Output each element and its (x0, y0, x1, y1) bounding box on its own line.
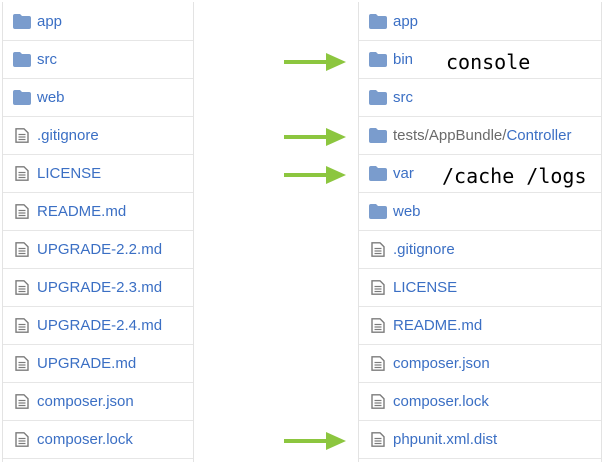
file-icon (369, 241, 387, 257)
item-name-link[interactable]: app (393, 13, 418, 30)
item-name-link[interactable]: composer.json (393, 355, 490, 372)
folder-row[interactable]: tests/AppBundle/Controller (359, 116, 601, 155)
file-row[interactable]: phpunit.xml.dist (359, 420, 601, 459)
bin-annotation: console (446, 50, 531, 74)
item-name-link[interactable]: UPGRADE-2.2.md (37, 241, 162, 258)
folder-icon (13, 13, 31, 29)
file-row[interactable]: README.md (359, 306, 601, 345)
folder-row[interactable]: app (359, 2, 601, 41)
folder-row[interactable]: web (3, 78, 193, 117)
file-row[interactable]: UPGRADE-2.4.md (3, 306, 193, 345)
path-segment[interactable]: tests/ (393, 127, 429, 144)
item-name-link[interactable]: README.md (393, 317, 482, 334)
file-icon (13, 165, 31, 181)
path-segment[interactable]: Controller (506, 127, 571, 144)
folder-row[interactable]: src (359, 78, 601, 117)
item-name-link[interactable]: src (37, 51, 57, 68)
arrow-right-icon (284, 128, 346, 146)
file-icon (13, 355, 31, 371)
folder-icon (369, 89, 387, 105)
file-row[interactable]: LICENSE (359, 268, 601, 307)
file-icon (13, 431, 31, 447)
file-row[interactable]: README.md (3, 192, 193, 231)
item-name-link[interactable]: phpunit.xml.dist (393, 431, 497, 448)
arrow-right-icon (284, 432, 346, 450)
item-name-link[interactable]: composer.json (37, 393, 134, 410)
file-row[interactable]: composer.json (3, 382, 193, 421)
file-icon (369, 393, 387, 409)
item-name-link[interactable]: UPGRADE-2.3.md (37, 279, 162, 296)
item-name-link[interactable]: app (37, 13, 62, 30)
folder-icon (369, 203, 387, 219)
item-name-link[interactable]: composer.lock (393, 393, 489, 410)
file-icon (369, 431, 387, 447)
file-row[interactable]: composer.lock (359, 382, 601, 421)
file-icon (13, 241, 31, 257)
var-annotation: /cache /logs (442, 164, 587, 188)
path-segment[interactable]: AppBundle/ (429, 127, 507, 144)
file-row[interactable]: UPGRADE-2.3.md (3, 268, 193, 307)
item-name-link[interactable]: tests/AppBundle/Controller (393, 127, 571, 144)
item-name-link[interactable]: LICENSE (393, 279, 457, 296)
file-row[interactable]: UPGRADE-2.2.md (3, 230, 193, 269)
folder-row[interactable]: web (359, 192, 601, 231)
file-row[interactable]: UPGRADE.md (3, 344, 193, 383)
folder-icon (369, 127, 387, 143)
file-icon (369, 355, 387, 371)
file-icon (369, 317, 387, 333)
item-name-link[interactable]: README.md (37, 203, 126, 220)
folder-icon (13, 51, 31, 67)
item-name-link[interactable]: UPGRADE-2.4.md (37, 317, 162, 334)
file-row[interactable]: .gitignore (359, 230, 601, 269)
item-name-link[interactable]: .gitignore (393, 241, 455, 258)
item-name-link[interactable]: bin (393, 51, 413, 68)
file-icon (13, 203, 31, 219)
folder-icon (13, 89, 31, 105)
file-row[interactable]: .gitignore (3, 116, 193, 155)
file-row[interactable]: LICENSE (3, 154, 193, 193)
folder-icon (369, 165, 387, 181)
folder-row[interactable]: src (3, 40, 193, 79)
item-name-link[interactable]: web (37, 89, 65, 106)
file-icon (13, 393, 31, 409)
item-name-link[interactable]: .gitignore (37, 127, 99, 144)
item-name-link[interactable]: composer.lock (37, 431, 133, 448)
left-file-list: app src web .gitignore LICENSE README.md UPGRA… (2, 2, 194, 462)
file-icon (13, 127, 31, 143)
folder-icon (369, 51, 387, 67)
file-row[interactable]: composer.lock (3, 420, 193, 459)
folder-row[interactable]: app (3, 2, 193, 41)
item-name-link[interactable]: web (393, 203, 421, 220)
arrow-right-icon (284, 53, 346, 71)
item-name-link[interactable]: UPGRADE.md (37, 355, 136, 372)
item-name-link[interactable]: var (393, 165, 414, 182)
arrow-right-icon (284, 166, 346, 184)
file-row[interactable]: composer.json (359, 344, 601, 383)
item-name-link[interactable]: LICENSE (37, 165, 101, 182)
item-name-link[interactable]: src (393, 89, 413, 106)
file-icon (13, 279, 31, 295)
folder-icon (369, 13, 387, 29)
file-icon (369, 279, 387, 295)
file-icon (13, 317, 31, 333)
